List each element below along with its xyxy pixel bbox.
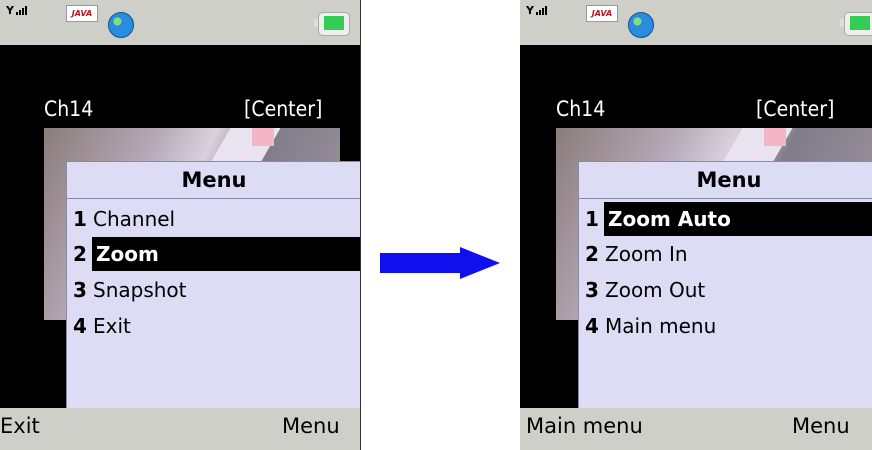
globe-icon xyxy=(628,12,654,38)
battery-icon xyxy=(314,12,350,36)
status-bar: Y JAVA xyxy=(0,0,360,45)
signal-bars-icon xyxy=(536,6,547,15)
menu-item-zoom-in[interactable]: 2 Zoom In xyxy=(579,237,872,271)
menu-title: Menu xyxy=(67,162,360,199)
menu-item-exit[interactable]: 4 Exit xyxy=(67,309,360,343)
softkey-bar: Exit Menu xyxy=(0,408,360,450)
phone-screen-right: Y JAVA Ch14 [Center] Menu 1 Zoom Auto 2 Zo… xyxy=(520,0,872,450)
left-softkey[interactable]: Main menu xyxy=(526,414,643,438)
signal-bars-icon xyxy=(16,6,27,15)
menu-item-snapshot[interactable]: 3 Snapshot xyxy=(67,273,360,307)
java-icon: JAVA xyxy=(586,5,618,22)
right-arrow-icon xyxy=(380,247,500,279)
menu-item-zoom[interactable]: 2 Zoom xyxy=(67,237,360,271)
phone-screen-left: Y JAVA Ch14 [Center] Menu 1 Channel 2 Zoom… xyxy=(0,0,361,450)
menu-item-channel[interactable]: 1 Channel xyxy=(67,202,360,236)
left-softkey[interactable]: Exit xyxy=(0,414,40,438)
right-softkey[interactable]: Menu xyxy=(792,414,850,438)
menu-item-zoom-out[interactable]: 3 Zoom Out xyxy=(579,273,872,307)
java-icon: JAVA xyxy=(66,5,98,22)
channel-label: Ch14 xyxy=(44,97,94,121)
menu-title: Menu xyxy=(579,162,872,199)
menu-item-main-menu[interactable]: 4 Main menu xyxy=(579,309,872,343)
zoom-submenu: Menu 1 Zoom Auto 2 Zoom In 3 Zoom Out 4 Main… xyxy=(578,161,872,410)
view-label: [Center] xyxy=(756,97,835,121)
channel-label: Ch14 xyxy=(556,97,606,121)
signal-icon: Y xyxy=(6,4,14,17)
right-softkey[interactable]: Menu xyxy=(282,414,340,438)
globe-icon xyxy=(108,12,134,38)
signal-icon: Y xyxy=(526,4,534,17)
softkey-bar: Main menu Menu xyxy=(520,408,872,450)
battery-icon xyxy=(840,12,872,36)
status-bar: Y JAVA xyxy=(520,0,872,45)
view-label: [Center] xyxy=(244,97,323,121)
menu-item-zoom-auto[interactable]: 1 Zoom Auto xyxy=(579,202,872,236)
options-menu: Menu 1 Channel 2 Zoom 3 Snapshot 4 Exit xyxy=(66,161,360,410)
